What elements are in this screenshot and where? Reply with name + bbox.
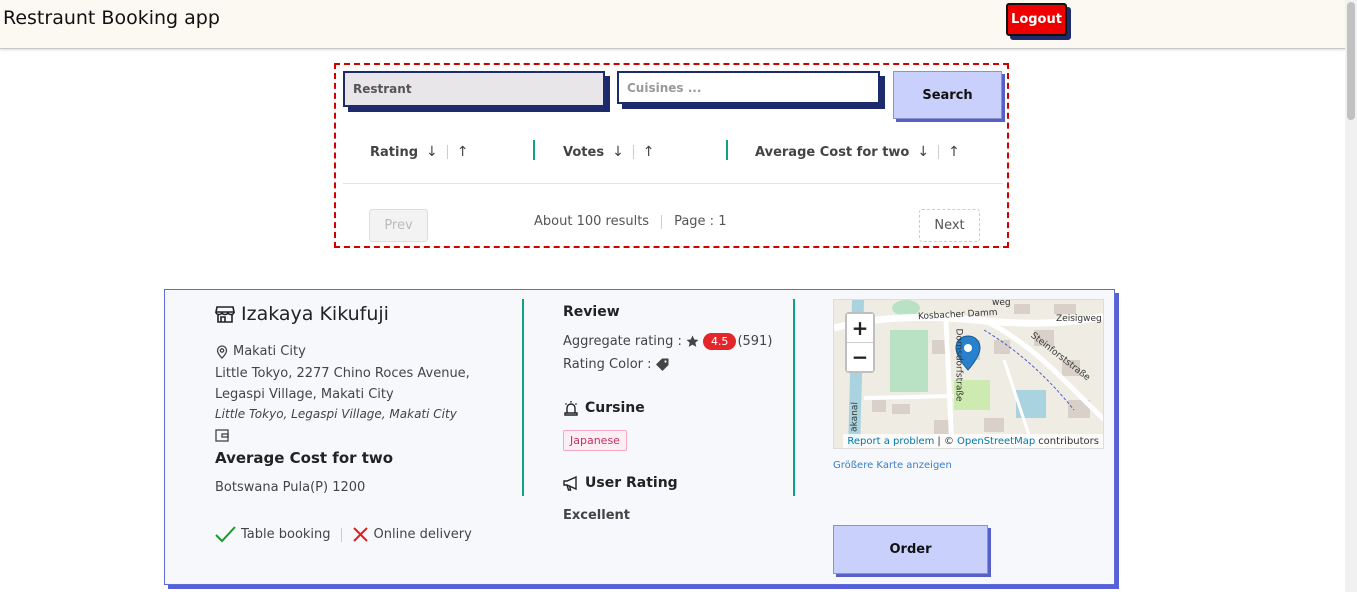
sort-cost-label: Average Cost for two xyxy=(755,144,910,160)
table-booking-flag: Table booking xyxy=(215,526,331,543)
osm-link[interactable]: OpenStreetMap xyxy=(957,436,1035,447)
divider xyxy=(340,527,342,542)
search-button[interactable]: Search xyxy=(893,71,1002,119)
restaurant-card: Izakaya Kikufuji Makati City Little Toky… xyxy=(164,289,1115,585)
rating-sort-asc-icon[interactable]: ↑ xyxy=(453,144,473,160)
table-booking-label: Table booking xyxy=(241,527,331,542)
cost-sort-desc-icon[interactable]: ↓ xyxy=(913,144,933,160)
aggregate-label: Aggregate rating : xyxy=(563,334,682,349)
sort-rating: Rating ↓ ↑ xyxy=(370,140,472,164)
cross-icon xyxy=(352,527,368,542)
bigger-map-link[interactable]: Größere Karte anzeigen xyxy=(833,460,952,471)
map-street-label: akanal xyxy=(849,401,861,433)
cuisine-tag: Japanese xyxy=(563,430,627,451)
wallet-icon xyxy=(215,427,229,446)
tag-icon xyxy=(655,358,668,371)
cost-sort-asc-icon[interactable]: ↑ xyxy=(944,144,964,160)
next-page-button[interactable]: Next xyxy=(919,209,980,242)
user-rating-value: Excellent xyxy=(563,508,630,523)
page-number: Page : 1 xyxy=(674,214,727,229)
column-divider xyxy=(522,299,524,496)
search-panel: Search Rating ↓ ↑ Votes ↓ ↑ Average Cost… xyxy=(334,63,1009,248)
store-icon xyxy=(215,306,235,323)
report-problem-link[interactable]: Report a problem xyxy=(847,436,934,447)
rating-badge: 4.5 xyxy=(702,333,737,350)
sort-divider xyxy=(533,140,535,160)
restaurant-name-text: Izakaya Kikufuji xyxy=(241,303,389,325)
cuisine-title: Cursine xyxy=(563,400,645,416)
vote-count: (591) xyxy=(737,334,773,349)
city-text: Makati City xyxy=(233,344,306,359)
map-zoom-control: + − xyxy=(845,312,875,373)
votes-sort-asc-icon[interactable]: ↑ xyxy=(639,144,659,160)
map-street-label: Zeisigweg xyxy=(1056,314,1102,324)
map-street-label: Dornsdorfstraße xyxy=(953,328,964,402)
sort-votes-label: Votes xyxy=(563,144,605,160)
divider xyxy=(632,145,634,159)
restaurant-city: Makati City xyxy=(215,344,306,359)
sort-votes: Votes ↓ ↑ xyxy=(563,140,659,164)
cuisine-title-text: Cursine xyxy=(585,400,645,416)
column-divider xyxy=(793,299,795,496)
divider xyxy=(446,145,448,159)
megaphone-icon xyxy=(563,475,577,491)
attribution-contributors: contributors xyxy=(1038,435,1099,447)
results-count: About 100 results xyxy=(534,214,650,229)
aggregate-rating: Aggregate rating : 4.5 (591) xyxy=(563,333,772,350)
rating-color: Rating Color : xyxy=(563,357,669,372)
star-icon xyxy=(686,335,699,347)
user-rating-title: User Rating xyxy=(563,475,678,491)
location-map[interactable]: Kosbacher Damm Zeisigweg Steinforststraß… xyxy=(833,299,1104,449)
online-delivery-flag: Online delivery xyxy=(352,526,472,543)
divider xyxy=(938,145,940,159)
alarm-icon xyxy=(564,401,578,416)
votes-sort-desc-icon[interactable]: ↓ xyxy=(608,144,628,160)
restaurant-search-input[interactable] xyxy=(343,71,605,107)
cuisines-input[interactable] xyxy=(617,71,880,104)
map-street-label: weg xyxy=(992,299,1011,308)
attribution-separator: | © xyxy=(937,435,954,447)
prev-page-button[interactable]: Prev xyxy=(369,209,428,242)
restaurant-address: Little Tokyo, 2277 Chino Roces Avenue, L… xyxy=(215,366,470,402)
divider xyxy=(661,214,663,229)
results-info: About 100 results Page : 1 xyxy=(534,214,726,229)
app-title: Restraunt Booking app xyxy=(3,7,220,29)
user-rating-title-text: User Rating xyxy=(585,475,678,491)
zoom-out-button[interactable]: − xyxy=(847,343,873,371)
sort-controls: Rating ↓ ↑ Votes ↓ ↑ Average Cost for tw… xyxy=(343,140,1003,164)
location-pin-icon xyxy=(216,344,228,359)
check-icon xyxy=(215,526,236,543)
divider xyxy=(343,183,1003,184)
sort-cost: Average Cost for two ↓ ↑ xyxy=(755,140,964,164)
map-attribution: Report a problem | © OpenStreetMap contr… xyxy=(843,434,1103,448)
cost-title: Average Cost for two xyxy=(215,449,394,467)
scrollbar-thumb[interactable] xyxy=(1347,2,1355,120)
restaurant-locality: Little Tokyo, Legaspi Village, Makati Ci… xyxy=(215,407,457,421)
restaurant-name[interactable]: Izakaya Kikufuji xyxy=(215,303,389,325)
rating-color-label: Rating Color : xyxy=(563,357,652,372)
rating-sort-desc-icon[interactable]: ↓ xyxy=(422,144,442,160)
order-button[interactable]: Order xyxy=(833,525,988,574)
top-navbar: Restraunt Booking app Logout xyxy=(0,0,1345,49)
sort-rating-label: Rating xyxy=(370,144,419,160)
online-delivery-label: Online delivery xyxy=(373,527,472,542)
review-title: Review xyxy=(563,304,620,320)
page-scrollbar[interactable] xyxy=(1345,0,1357,592)
zoom-in-button[interactable]: + xyxy=(847,314,873,342)
cost-value: Botswana Pula(P) 1200 xyxy=(215,480,366,495)
service-flags: Table booking Online delivery xyxy=(215,526,472,543)
sort-divider xyxy=(726,140,728,160)
logout-button[interactable]: Logout xyxy=(1006,3,1067,36)
page: Restraunt Booking app Logout Search Rati… xyxy=(0,0,1357,592)
